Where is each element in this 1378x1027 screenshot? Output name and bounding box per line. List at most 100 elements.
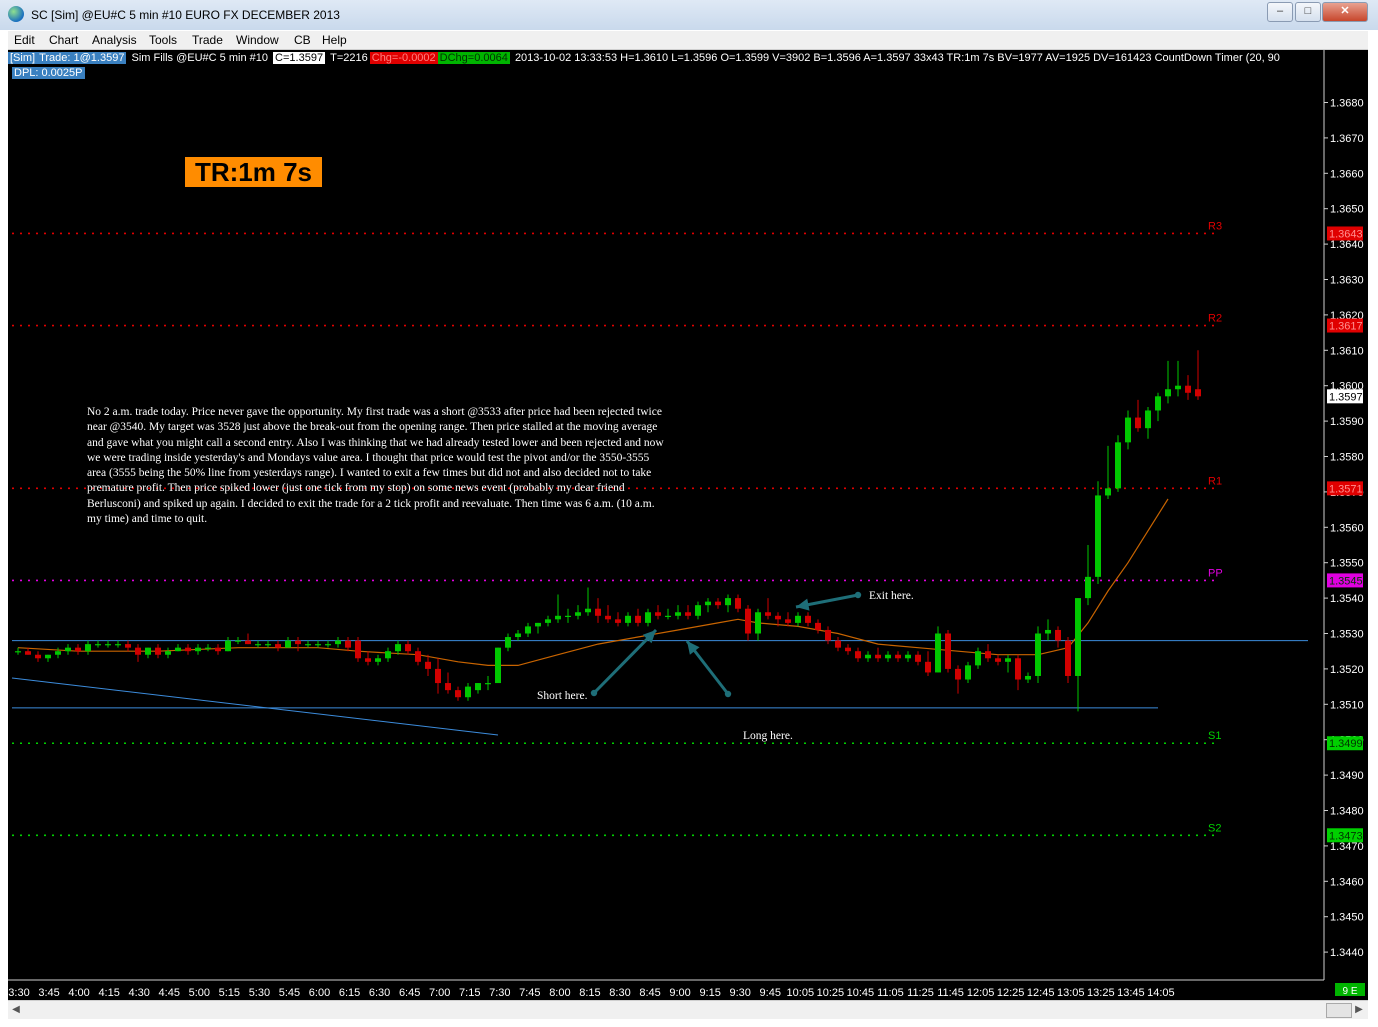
candle-body [1015,658,1021,680]
level-price-r2: 1.3617 [1329,321,1363,333]
y-tick-label: 1.3610 [1330,345,1364,357]
candle-body [675,612,681,616]
candle-body [245,640,251,645]
candle-body [785,619,791,623]
candle-body [715,601,721,606]
candle-body [745,608,751,634]
x-tick-label: 12:05 [967,987,995,999]
candle-body [815,622,821,630]
x-tick-label: 13:05 [1057,987,1085,999]
minimize-button[interactable]: ‒ [1267,2,1293,22]
candle-body [405,644,411,652]
menu-chart[interactable]: Chart [49,33,78,47]
candle-body [425,661,431,669]
level-price-s2: 1.3473 [1329,830,1363,842]
maximize-button[interactable]: □ [1295,2,1321,22]
tick-count: T=2216 [330,52,368,64]
y-tick-label: 1.3480 [1330,806,1364,818]
corner-tag: 9 E [1342,986,1357,997]
window-title: SC [Sim] @EU#C 5 min #10 EURO FX DECEMBE… [31,8,340,22]
candle-body [805,615,811,623]
candle-body [135,647,141,655]
candle-body [195,647,201,652]
candle-body [765,612,771,616]
level-price-r3: 1.3643 [1329,228,1363,240]
scroll-thumb[interactable] [1326,1003,1352,1018]
candle-body [1095,495,1101,577]
candle-body [615,619,621,623]
candle-body [595,608,601,616]
title-bar: SC [Sim] @EU#C 5 min #10 EURO FX DECEMBE… [0,0,1378,30]
candle-body [635,615,641,623]
candle-body [845,647,851,652]
scroll-left-icon[interactable]: ◀ [10,1004,22,1016]
menu-trade[interactable]: Trade [192,33,223,47]
trade-journal-note: No 2 a.m. trade today. Price never gave … [87,406,664,526]
candle-body [285,640,291,648]
x-tick-label: 6:15 [339,987,360,999]
level-label-s2: S2 [1208,822,1221,834]
menu-bar: Edit Chart Analysis Tools Trade Window C… [8,31,1368,50]
candle-body [485,683,491,685]
x-tick-label: 5:30 [249,987,270,999]
candle-body [1135,417,1141,429]
x-tick-label: 5:00 [189,987,210,999]
x-tick-label: 6:45 [399,987,420,999]
y-tick-label: 1.3470 [1330,841,1364,853]
chart-area[interactable]: 1.3680 1.3670 1.3660 1.3650 1.3640 1.3630 1.36… [8,50,1368,1000]
x-tick-label: 13:25 [1087,987,1115,999]
candle-body [1045,629,1051,634]
candle-body [1105,488,1111,496]
candle-body [365,658,371,662]
candle-body [1165,389,1171,397]
candle-body [585,608,591,613]
candle-body [305,644,311,646]
candle-body [215,647,221,652]
close-button[interactable]: ✕ [1322,2,1368,22]
candle-body [375,658,381,662]
candle-body [115,644,121,646]
candle-body [645,612,651,623]
x-tick-label: 8:15 [579,987,600,999]
menu-analysis[interactable]: Analysis [92,33,137,47]
candle-body [525,626,531,634]
candle-body [335,640,341,645]
fills-label: Sim Fills @EU#C 5 min #10 [131,52,268,64]
candle-body [295,640,301,645]
y-tick-label: 1.3540 [1330,593,1364,605]
candle-body [605,615,611,620]
exit-annotation: Exit here. [869,590,914,602]
short-annotation: Short here. [537,690,588,702]
x-tick-label: 11:05 [877,987,904,999]
y-tick-label: 1.3520 [1330,664,1364,676]
horizontal-scrollbar[interactable]: ◀ ▶ [8,1000,1368,1019]
menu-window[interactable]: Window [236,33,279,47]
candle-body [1175,385,1181,390]
y-tick-label: 1.3510 [1330,699,1364,711]
y-tick-label: 1.3590 [1330,416,1364,428]
menu-tools[interactable]: Tools [149,33,177,47]
candle-body [125,644,131,648]
menu-help[interactable]: Help [322,33,347,47]
candle-body [725,598,731,606]
candle-body [575,612,581,616]
y-tick-label: 1.3580 [1330,452,1364,464]
x-tick-label: 6:30 [369,987,390,999]
menu-cb[interactable]: CB [294,33,311,47]
candle-body [1085,576,1091,599]
candle-body [345,640,351,648]
time-remaining-badge: TR:1m 7s [185,157,322,187]
scroll-right-icon[interactable]: ▶ [1353,1004,1365,1016]
y-tick-label: 1.3440 [1330,947,1364,959]
candle-body [835,640,841,648]
x-tick-label: 12:45 [1027,987,1055,999]
candle-body [175,647,181,652]
x-tick-label: 9:45 [760,987,781,999]
menu-edit[interactable]: Edit [14,33,35,47]
candle-body [905,654,911,659]
chart-info-bar: [Sim] Trade: 1@1.3597 Sim Fills @EU#C 5 m… [8,52,1282,66]
level-label-r3: R3 [1208,220,1222,232]
candle-body [655,612,661,616]
candle-body [25,651,31,655]
candle-body [625,615,631,623]
